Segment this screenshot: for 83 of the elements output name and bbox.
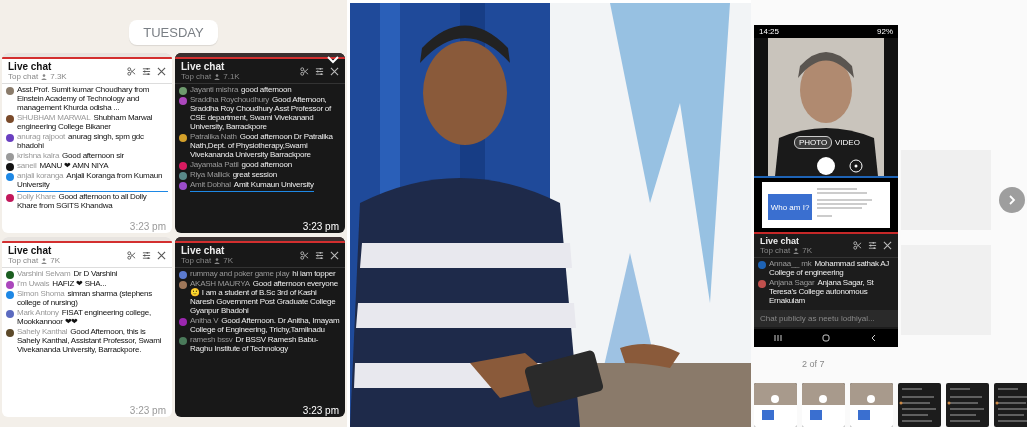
slide-callout: Who am I? bbox=[768, 194, 812, 220]
camera-flip-icon[interactable] bbox=[849, 159, 863, 173]
thumbnail[interactable] bbox=[898, 383, 941, 427]
chat-message: Varshini Selvam Dr D Varshini bbox=[17, 270, 118, 279]
chat-input-field[interactable]: Chat publicly as neetu lodhiyal... bbox=[754, 310, 898, 327]
chat-message: I'm Uwais HAFIZ ❤ SHA... bbox=[17, 280, 107, 289]
viewer-count: 7K bbox=[802, 246, 813, 255]
close-icon[interactable] bbox=[330, 250, 339, 260]
chat-message: Dolly Khare Good afternoon to all Dolly Khare from SGITS Khandwa bbox=[17, 192, 148, 211]
camera-mode-tab[interactable]: PHOTO bbox=[794, 136, 833, 149]
person-icon bbox=[41, 73, 48, 80]
timestamp: 3:23 pm bbox=[302, 405, 339, 416]
chat-subtitle: Top chat bbox=[760, 246, 791, 255]
next-button[interactable] bbox=[999, 187, 1025, 213]
settings-sliders-icon[interactable] bbox=[142, 250, 151, 260]
chat-message: Riya Mallick great session bbox=[190, 170, 277, 180]
chat-message: Anjana Sagar Anjana Sagar, St Teresa's College autonomous Ernakulam bbox=[769, 278, 875, 306]
settings-sliders-icon[interactable] bbox=[315, 66, 324, 76]
chat-message: ramesh bssv Dr BSSV Ramesh Babu- Raghu Institute of Technology bbox=[190, 335, 320, 354]
chat-subtitle: Top chat bbox=[8, 256, 39, 265]
viewer-count: 7.1K bbox=[223, 72, 240, 81]
person-icon bbox=[793, 247, 800, 254]
thumbnail[interactable] bbox=[802, 383, 845, 427]
timestamp: 3:23 pm bbox=[129, 405, 166, 416]
status-clock: 14:25 bbox=[759, 27, 780, 36]
chat-message: Annaa__ mk Mohammad sathak AJ College of engineering bbox=[769, 260, 891, 278]
chat-message: AKASH MAURYA Good afternoon everyone 🙂 I am a student of B.Sc 3rd of Kashi Naresh Government Post Graduate College Gyanpur Bhadohi bbox=[190, 280, 339, 316]
person-icon bbox=[41, 257, 48, 264]
timestamp: 3:23 pm bbox=[302, 221, 339, 232]
viewer-count: 7K bbox=[223, 256, 234, 265]
chat-title: Live chat bbox=[760, 236, 800, 246]
chat-message: krishna kalra Good afternoon sir bbox=[17, 151, 124, 161]
chat-message: Simon Shoma simran sharma (stephens college of nursing) bbox=[17, 290, 153, 308]
person-icon bbox=[214, 73, 221, 80]
date-chip: TUESDAY bbox=[129, 20, 218, 45]
thumbnail[interactable] bbox=[994, 383, 1027, 427]
chat-message: anurag rajpoot anurag singh, spm gdc bhadohi bbox=[17, 132, 145, 151]
camera-mode-tab[interactable]: VIDEO bbox=[830, 136, 865, 149]
viewer-count: 7K bbox=[50, 256, 61, 265]
chat-message: Amit Dobhal Amit Kumaun University bbox=[190, 180, 314, 192]
chevron-down-icon[interactable] bbox=[327, 55, 339, 64]
chat-title: Live chat bbox=[8, 61, 53, 72]
scissors-icon[interactable] bbox=[853, 241, 862, 250]
back-icon[interactable] bbox=[870, 334, 878, 342]
chat-message: rummay and poker game play hi iam topper bbox=[190, 270, 336, 279]
chevron-right-icon bbox=[1007, 195, 1017, 205]
settings-sliders-icon[interactable] bbox=[868, 241, 877, 250]
chat-subtitle: Top chat bbox=[181, 72, 212, 81]
chat-message: Anitha V Good Afternoon. Dr Anitha, Imayam College of Engineering, Trichy,Tamilnadu bbox=[190, 316, 341, 335]
chat-subtitle: Top chat bbox=[8, 72, 39, 81]
viewer-count: 7.3K bbox=[50, 72, 67, 81]
chat-message: saneil MANU ❤ AMN NIYA bbox=[17, 161, 109, 171]
scissors-icon[interactable] bbox=[300, 250, 309, 260]
person-icon bbox=[214, 257, 221, 264]
chat-message: Mark Antony FISAT engineering college, Mookkannoor ❤❤ bbox=[17, 308, 152, 327]
chat-title: Live chat bbox=[181, 245, 226, 256]
scissors-icon[interactable] bbox=[127, 250, 136, 260]
thumbnail[interactable] bbox=[850, 383, 893, 427]
close-icon[interactable] bbox=[157, 66, 166, 76]
scissors-icon[interactable] bbox=[127, 66, 136, 76]
close-icon[interactable] bbox=[157, 250, 166, 260]
chat-message: Jayamala Patil good afternoon bbox=[190, 160, 292, 170]
close-icon[interactable] bbox=[330, 66, 339, 76]
close-icon[interactable] bbox=[883, 241, 892, 250]
chat-message: Sraddha Roychoudhury Good Afternoon, Sraddha Roy Choudhury Asst Professor of CSE department, Swami Vivekanand University, Barrackpore bbox=[190, 96, 332, 132]
battery-level: 92% bbox=[877, 27, 893, 36]
chat-message: Asst.Prof. Sumit kumar Choudhary from Einstein Academy of Technology and management Khurda odisha ... bbox=[17, 86, 151, 113]
timestamp: 3:23 pm bbox=[129, 221, 166, 232]
chat-title: Live chat bbox=[8, 245, 53, 256]
settings-sliders-icon[interactable] bbox=[315, 250, 324, 260]
chat-message: anjali koranga Anjali Koranga from Kumaun University bbox=[17, 171, 168, 192]
home-icon[interactable] bbox=[822, 334, 830, 342]
scissors-icon[interactable] bbox=[300, 66, 309, 76]
chat-title: Live chat bbox=[181, 61, 226, 72]
recent-apps-icon[interactable] bbox=[774, 334, 782, 342]
shutter-button-icon[interactable] bbox=[816, 156, 836, 176]
thumbnail[interactable] bbox=[754, 383, 797, 427]
settings-sliders-icon[interactable] bbox=[142, 66, 151, 76]
chat-message: Sahely Kanthal Good Afternoon, this is Sahely Kanthal, Assistant Professor, Swami Vivekananda University, Barrackpore. bbox=[17, 327, 163, 355]
page-counter: 2 of 7 bbox=[802, 359, 826, 369]
chat-subtitle: Top chat bbox=[181, 256, 212, 265]
thumbnail[interactable] bbox=[946, 383, 989, 427]
chat-message: Jayanti mishra good afternoon bbox=[190, 86, 292, 95]
